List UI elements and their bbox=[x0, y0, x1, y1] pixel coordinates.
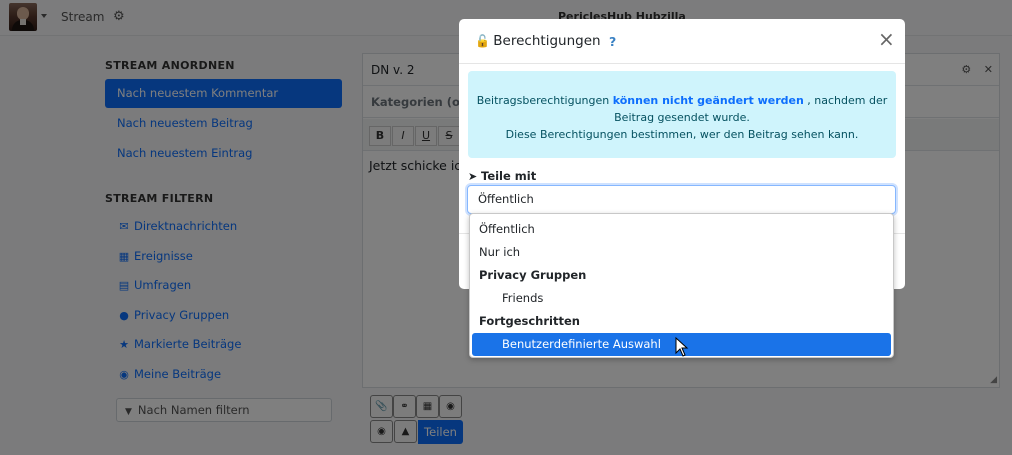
mouse-cursor-icon bbox=[675, 337, 689, 357]
info-alert: Beitragsberechtigungen können nicht geän… bbox=[468, 71, 896, 158]
paper-plane-icon: ➤ bbox=[468, 170, 478, 183]
info-text: Beitragsberechtigungen bbox=[476, 94, 613, 107]
unlock-icon: 🔓 bbox=[475, 34, 490, 48]
option-friends[interactable]: Friends bbox=[472, 287, 891, 310]
option-group-advanced: Fortgeschritten bbox=[479, 314, 580, 328]
divider bbox=[459, 63, 905, 64]
share-with-select[interactable]: Öffentlich bbox=[467, 185, 896, 214]
close-icon[interactable]: × bbox=[878, 29, 895, 49]
info-line-2: Diese Berechtigungen bestimmen, wer den … bbox=[505, 128, 859, 141]
modal-title-text: Berechtigungen bbox=[493, 33, 601, 49]
share-with-text: Teile mit bbox=[481, 169, 537, 183]
option-public[interactable]: Öffentlich bbox=[472, 218, 891, 241]
share-with-label: ➤ Teile mit bbox=[468, 169, 536, 183]
info-bold-text: können nicht geändert werden bbox=[612, 94, 804, 107]
option-only-me[interactable]: Nur ich bbox=[472, 241, 891, 264]
option-group-privacy-groups: Privacy Gruppen bbox=[479, 268, 587, 282]
modal-title: 🔓 Berechtigungen bbox=[475, 33, 601, 49]
help-link[interactable]: ? bbox=[609, 34, 616, 49]
